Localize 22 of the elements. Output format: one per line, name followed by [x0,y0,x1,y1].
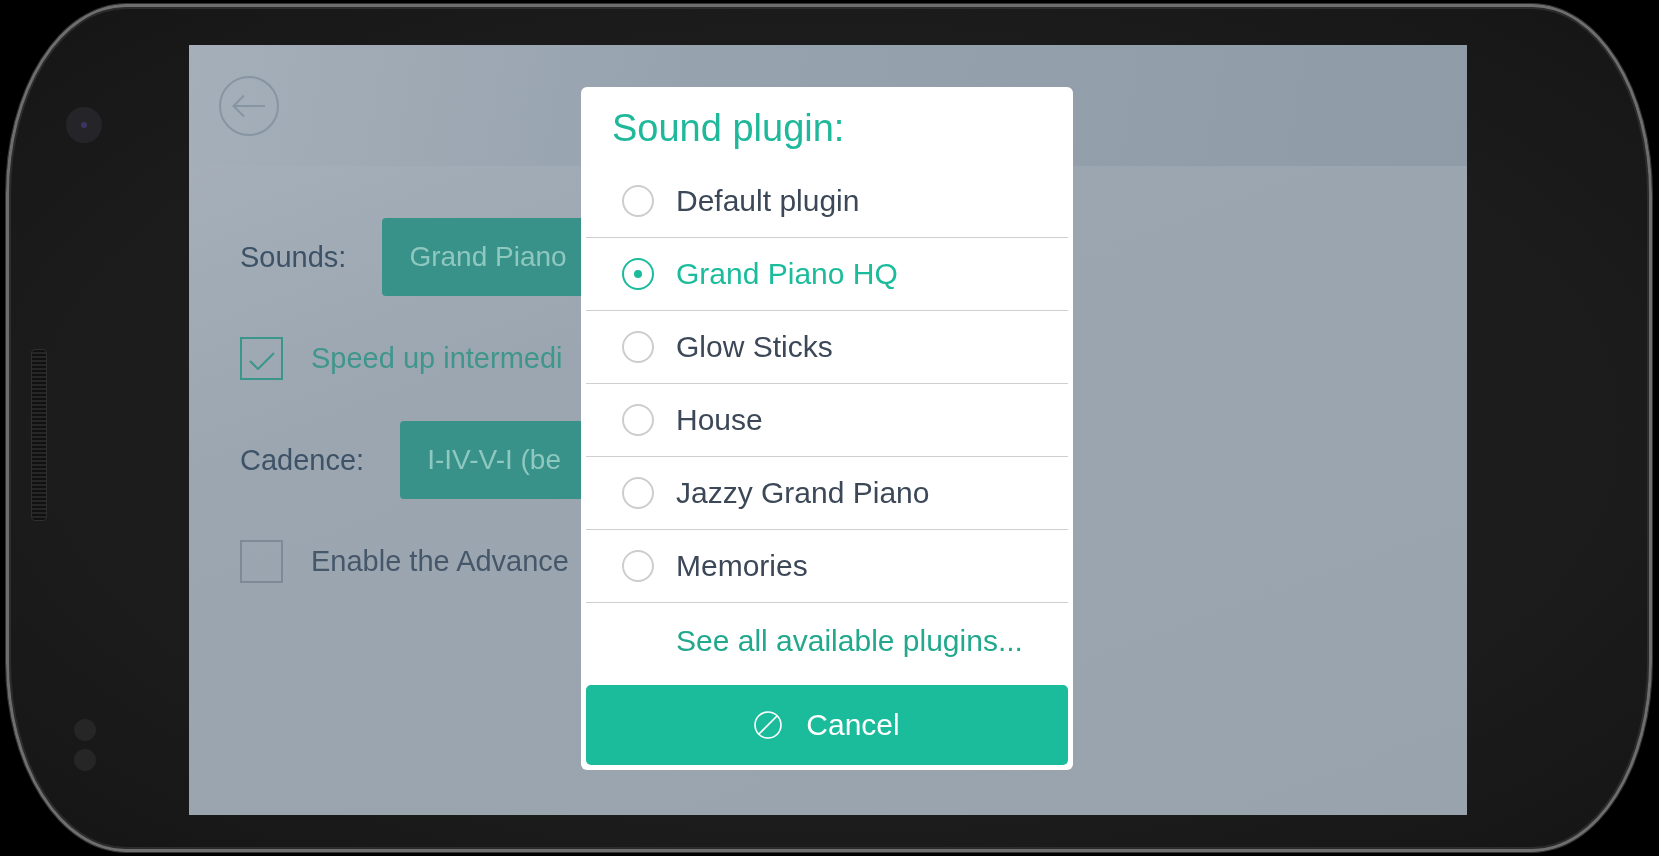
setting-label: Cadence: [240,443,365,477]
radio-option[interactable]: Default plugin [586,165,1068,238]
radio-option[interactable]: House [586,384,1068,457]
camera-lens-icon [66,107,102,143]
checkbox-label[interactable]: Enable the Advance [311,545,569,578]
cancel-button[interactable]: Cancel [586,685,1068,765]
checkmark-icon [248,351,275,370]
radio-option[interactable]: Memories [586,530,1068,603]
setting-label: Sounds: [240,240,347,274]
cancel-icon [754,711,783,739]
see-all-link[interactable]: See all available plugins... [676,624,1023,658]
radio-option[interactable]: Glow Sticks [586,311,1068,384]
back-button[interactable] [219,75,279,136]
checkbox[interactable] [240,540,283,583]
dropdown-button[interactable]: Grand Piano [382,218,581,296]
radio-option[interactable]: Grand Piano HQ [586,238,1068,311]
dropdown-button[interactable]: I-IV-V-I (be [400,421,581,499]
checkbox[interactable] [240,337,283,380]
dialog-title: Sound plugin: [611,106,846,151]
radio-option[interactable]: Jazzy Grand Piano [586,457,1068,530]
back-arrow-icon [232,93,266,118]
speaker-grille-icon [31,349,47,521]
